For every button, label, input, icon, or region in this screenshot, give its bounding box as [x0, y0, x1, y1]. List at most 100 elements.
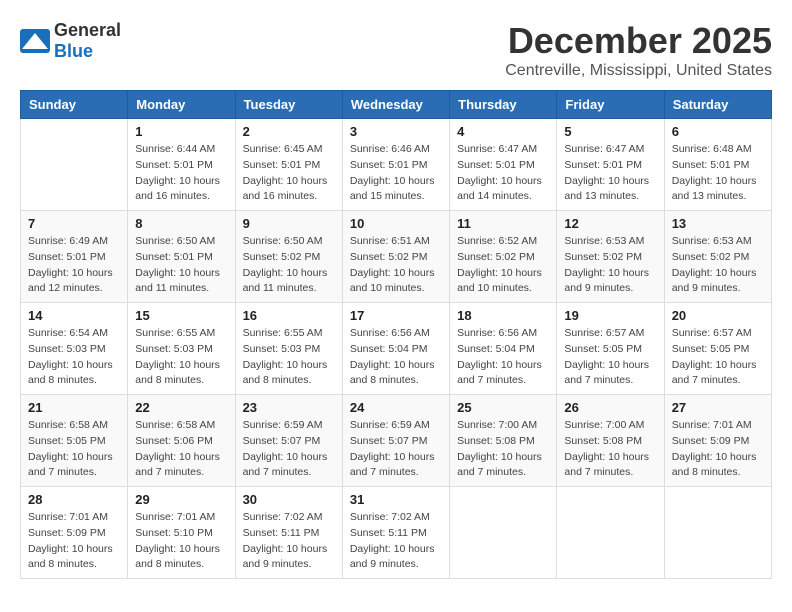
day-number: 3	[350, 124, 442, 139]
day-info: Sunrise: 6:56 AMSunset: 5:04 PMDaylight:…	[350, 326, 442, 389]
calendar-cell: 1 Sunrise: 6:44 AMSunset: 5:01 PMDaylight…	[128, 119, 235, 211]
header: General Blue December 2025 Centreville, …	[20, 20, 772, 80]
calendar-cell: 31Sunrise: 7:02 AMSunset: 5:11 PMDayligh…	[342, 487, 449, 579]
day-number: 17	[350, 308, 442, 323]
calendar-cell: 14Sunrise: 6:54 AMSunset: 5:03 PMDayligh…	[21, 303, 128, 395]
day-number: 28	[28, 492, 120, 507]
day-info: Sunrise: 6:55 AMSunset: 5:03 PMDaylight:…	[243, 326, 335, 389]
calendar-cell	[21, 119, 128, 211]
day-number: 10	[350, 216, 442, 231]
day-info: Sunrise: 6:59 AMSunset: 5:07 PMDaylight:…	[243, 418, 335, 481]
weekday-header-sunday: Sunday	[21, 91, 128, 119]
day-number: 9	[243, 216, 335, 231]
calendar-cell: 11 Sunrise: 6:52 AMSunset: 5:02 PMDayligh…	[450, 211, 557, 303]
day-number: 4	[457, 124, 549, 139]
calendar-cell: 20Sunrise: 6:57 AMSunset: 5:05 PMDayligh…	[664, 303, 771, 395]
day-info: Sunrise: 6:57 AMSunset: 5:05 PMDaylight:…	[564, 326, 656, 389]
day-number: 8	[135, 216, 227, 231]
calendar-cell: 12Sunrise: 6:53 AMSunset: 5:02 PMDayligh…	[557, 211, 664, 303]
day-info: Sunrise: 6:58 AMSunset: 5:05 PMDaylight:…	[28, 418, 120, 481]
month-title: December 2025	[505, 20, 772, 62]
day-info: Sunrise: 7:00 AMSunset: 5:08 PMDaylight:…	[564, 418, 656, 481]
calendar-cell: 5 Sunrise: 6:47 AMSunset: 5:01 PMDaylight…	[557, 119, 664, 211]
calendar-cell: 10 Sunrise: 6:51 AMSunset: 5:02 PMDayligh…	[342, 211, 449, 303]
calendar-cell: 27 Sunrise: 7:01 AMSunset: 5:09 PMDayligh…	[664, 395, 771, 487]
day-info: Sunrise: 6:50 AMSunset: 5:01 PMDaylight:…	[135, 234, 227, 297]
weekday-header-thursday: Thursday	[450, 91, 557, 119]
calendar-cell: 21 Sunrise: 6:58 AMSunset: 5:05 PMDayligh…	[21, 395, 128, 487]
calendar-cell: 6 Sunrise: 6:48 AMSunset: 5:01 PMDaylight…	[664, 119, 771, 211]
day-info: Sunrise: 7:01 AMSunset: 5:10 PMDaylight:…	[135, 510, 227, 573]
day-info: Sunrise: 6:44 AMSunset: 5:01 PMDaylight:…	[135, 142, 227, 205]
calendar-cell: 28 Sunrise: 7:01 AMSunset: 5:09 PMDayligh…	[21, 487, 128, 579]
week-row-3: 14Sunrise: 6:54 AMSunset: 5:03 PMDayligh…	[21, 303, 772, 395]
day-info: Sunrise: 7:02 AMSunset: 5:11 PMDaylight:…	[243, 510, 335, 573]
calendar-cell: 3 Sunrise: 6:46 AMSunset: 5:01 PMDaylight…	[342, 119, 449, 211]
weekday-header-saturday: Saturday	[664, 91, 771, 119]
calendar-cell: 30 Sunrise: 7:02 AMSunset: 5:11 PMDayligh…	[235, 487, 342, 579]
day-number: 2	[243, 124, 335, 139]
calendar-table: SundayMondayTuesdayWednesdayThursdayFrid…	[20, 90, 772, 579]
calendar-cell: 29 Sunrise: 7:01 AMSunset: 5:10 PMDayligh…	[128, 487, 235, 579]
day-number: 16	[243, 308, 335, 323]
day-number: 15	[135, 308, 227, 323]
day-number: 29	[135, 492, 227, 507]
day-info: Sunrise: 7:01 AMSunset: 5:09 PMDaylight:…	[28, 510, 120, 573]
day-number: 7	[28, 216, 120, 231]
calendar-cell: 26 Sunrise: 7:00 AMSunset: 5:08 PMDayligh…	[557, 395, 664, 487]
day-info: Sunrise: 6:59 AMSunset: 5:07 PMDaylight:…	[350, 418, 442, 481]
calendar-cell: 23 Sunrise: 6:59 AMSunset: 5:07 PMDayligh…	[235, 395, 342, 487]
logo: General Blue	[20, 20, 121, 62]
week-row-2: 7 Sunrise: 6:49 AMSunset: 5:01 PMDaylight…	[21, 211, 772, 303]
day-number: 23	[243, 400, 335, 415]
location-title: Centreville, Mississippi, United States	[505, 62, 772, 80]
weekday-header-tuesday: Tuesday	[235, 91, 342, 119]
calendar-cell: 19 Sunrise: 6:57 AMSunset: 5:05 PMDayligh…	[557, 303, 664, 395]
calendar-cell: 4Sunrise: 6:47 AMSunset: 5:01 PMDaylight…	[450, 119, 557, 211]
calendar-cell: 22Sunrise: 6:58 AMSunset: 5:06 PMDayligh…	[128, 395, 235, 487]
day-info: Sunrise: 6:55 AMSunset: 5:03 PMDaylight:…	[135, 326, 227, 389]
calendar-cell: 24Sunrise: 6:59 AMSunset: 5:07 PMDayligh…	[342, 395, 449, 487]
day-number: 30	[243, 492, 335, 507]
day-number: 11	[457, 216, 549, 231]
day-info: Sunrise: 6:53 AMSunset: 5:02 PMDaylight:…	[672, 234, 764, 297]
weekday-header-friday: Friday	[557, 91, 664, 119]
day-number: 21	[28, 400, 120, 415]
day-number: 5	[564, 124, 656, 139]
week-row-1: 1 Sunrise: 6:44 AMSunset: 5:01 PMDaylight…	[21, 119, 772, 211]
day-info: Sunrise: 6:56 AMSunset: 5:04 PMDaylight:…	[457, 326, 549, 389]
calendar-cell: 17 Sunrise: 6:56 AMSunset: 5:04 PMDayligh…	[342, 303, 449, 395]
calendar-cell: 8 Sunrise: 6:50 AMSunset: 5:01 PMDaylight…	[128, 211, 235, 303]
day-info: Sunrise: 6:45 AMSunset: 5:01 PMDaylight:…	[243, 142, 335, 205]
day-number: 13	[672, 216, 764, 231]
day-number: 26	[564, 400, 656, 415]
week-row-4: 21 Sunrise: 6:58 AMSunset: 5:05 PMDayligh…	[21, 395, 772, 487]
calendar-cell: 2 Sunrise: 6:45 AMSunset: 5:01 PMDaylight…	[235, 119, 342, 211]
day-info: Sunrise: 6:48 AMSunset: 5:01 PMDaylight:…	[672, 142, 764, 205]
week-row-5: 28 Sunrise: 7:01 AMSunset: 5:09 PMDayligh…	[21, 487, 772, 579]
weekday-header-monday: Monday	[128, 91, 235, 119]
logo-icon	[20, 29, 50, 53]
day-number: 22	[135, 400, 227, 415]
calendar-cell: 9 Sunrise: 6:50 AMSunset: 5:02 PMDaylight…	[235, 211, 342, 303]
day-number: 1	[135, 124, 227, 139]
day-info: Sunrise: 7:01 AMSunset: 5:09 PMDaylight:…	[672, 418, 764, 481]
calendar-cell	[450, 487, 557, 579]
day-info: Sunrise: 6:49 AMSunset: 5:01 PMDaylight:…	[28, 234, 120, 297]
calendar-cell: 13 Sunrise: 6:53 AMSunset: 5:02 PMDayligh…	[664, 211, 771, 303]
calendar-cell: 18Sunrise: 6:56 AMSunset: 5:04 PMDayligh…	[450, 303, 557, 395]
day-number: 27	[672, 400, 764, 415]
day-info: Sunrise: 6:52 AMSunset: 5:02 PMDaylight:…	[457, 234, 549, 297]
calendar-cell	[664, 487, 771, 579]
day-info: Sunrise: 6:46 AMSunset: 5:01 PMDaylight:…	[350, 142, 442, 205]
title-area: December 2025 Centreville, Mississippi, …	[505, 20, 772, 80]
day-number: 31	[350, 492, 442, 507]
calendar-cell: 7 Sunrise: 6:49 AMSunset: 5:01 PMDaylight…	[21, 211, 128, 303]
day-info: Sunrise: 6:51 AMSunset: 5:02 PMDaylight:…	[350, 234, 442, 297]
day-info: Sunrise: 6:47 AMSunset: 5:01 PMDaylight:…	[564, 142, 656, 205]
weekday-header-row: SundayMondayTuesdayWednesdayThursdayFrid…	[21, 91, 772, 119]
day-number: 6	[672, 124, 764, 139]
day-number: 19	[564, 308, 656, 323]
day-number: 12	[564, 216, 656, 231]
day-info: Sunrise: 6:50 AMSunset: 5:02 PMDaylight:…	[243, 234, 335, 297]
